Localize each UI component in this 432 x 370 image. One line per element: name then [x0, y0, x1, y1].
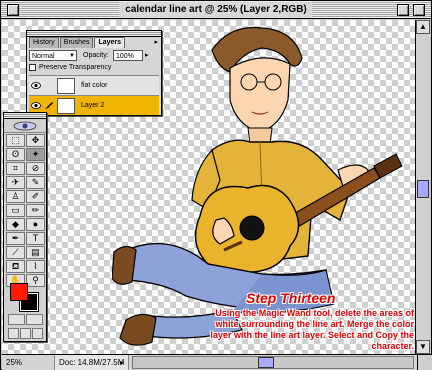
layer-row-layer-2[interactable]: Layer 2 — [29, 95, 159, 115]
blend-mode-value: Normal — [32, 53, 55, 60]
standard-screen-button[interactable] — [8, 328, 19, 339]
eye-logo-icon[interactable] — [4, 119, 46, 133]
step-instructions: Using the Magic Wand tool, delete the ar… — [210, 308, 414, 351]
screen-mode-buttons — [8, 328, 44, 340]
grow-box-icon[interactable] — [417, 355, 432, 370]
eyedropper-icon[interactable]: ⌇ — [26, 260, 45, 273]
dropdown-arrow-icon: ▼ — [69, 53, 75, 59]
scroll-up-arrow-icon[interactable]: ▲ — [416, 20, 430, 34]
window-title: calendar line art @ 25% (Layer 2,RGB) — [119, 2, 313, 18]
title-bar[interactable]: calendar line art @ 25% (Layer 2,RGB) — [1, 1, 431, 19]
gradient-icon[interactable]: ▤ — [26, 246, 45, 259]
blend-mode-select[interactable]: Normal ▼ — [29, 50, 77, 61]
preserve-transparency-checkbox[interactable] — [29, 63, 36, 71]
preserve-transparency-row: Preserve Transparency — [29, 63, 159, 73]
vertical-scrollbar[interactable]: ▲ ▼ — [415, 20, 430, 354]
marquee-icon[interactable]: ⬚ — [6, 134, 25, 147]
full-screen-button[interactable] — [32, 328, 43, 339]
lasso-icon[interactable]: ʘ — [6, 148, 25, 161]
dodge-icon[interactable]: ● — [26, 218, 45, 231]
preserve-transparency-label: Preserve Transparency — [39, 64, 112, 71]
type-icon[interactable]: T — [26, 232, 45, 245]
opacity-slider-arrow-icon[interactable]: ▸ — [145, 50, 149, 61]
quick-mask-button[interactable] — [26, 314, 43, 325]
document-size-info[interactable]: Doc: 14.8M/27.5M — [54, 355, 130, 370]
standard-mode-button[interactable] — [8, 314, 25, 325]
blur-icon[interactable]: ◆ — [6, 218, 25, 231]
blend-opacity-row: Normal ▼ Opacity: 100% ▸ — [29, 50, 159, 61]
zoom-level[interactable]: 25% — [6, 355, 32, 370]
layer-name: flat color — [81, 82, 108, 89]
paintbrush-icon[interactable]: ✎ — [26, 176, 45, 189]
rubber-stamp-icon[interactable]: ♙ — [6, 190, 25, 203]
eye-icon[interactable] — [31, 81, 41, 90]
toolbox: ⬚ ✥ ʘ ✦ ⌗ ⊘ ✈ ✎ ♙ ✐ ▭ ✏ ◆ ● ✒ T ⟋ ▤ ⛾ ⌇ ✋ ⚲ — [3, 112, 47, 342]
full-screen-menu-button[interactable] — [20, 328, 31, 339]
paintbrush-icon — [45, 102, 53, 109]
layer-row-flat-color[interactable]: flat color — [29, 75, 159, 95]
step-title: Step Thirteen — [246, 290, 336, 306]
measure-icon[interactable]: ⟋ — [6, 246, 25, 259]
scroll-down-arrow-icon[interactable]: ▼ — [416, 340, 430, 354]
paint-bucket-icon[interactable]: ⛾ — [6, 260, 25, 273]
color-swatches — [8, 281, 44, 312]
crop-icon[interactable]: ⌗ — [6, 162, 25, 175]
status-bar: 25% Doc: 14.8M/27.5M ▸ — [2, 354, 432, 370]
close-box-icon[interactable] — [7, 4, 19, 16]
foreground-color-swatch[interactable] — [10, 283, 28, 301]
tool-grid: ⬚ ✥ ʘ ✦ ⌗ ⊘ ✈ ✎ ♙ ✐ ▭ ✏ ◆ ● ✒ T ⟋ ▤ ⛾ ⌇ ✋ ⚲ — [6, 134, 46, 288]
pencil-icon[interactable]: ✏ — [26, 204, 45, 217]
layer-thumbnail — [57, 78, 75, 94]
pen-icon[interactable]: ✒ — [6, 232, 25, 245]
horizontal-scrollbar[interactable] — [132, 356, 414, 369]
magic-wand-icon[interactable]: ✦ — [26, 148, 45, 161]
mask-mode-buttons — [8, 314, 44, 326]
airbrush-icon[interactable]: ✈ — [6, 176, 25, 189]
zoom-box-icon[interactable] — [397, 4, 409, 16]
opacity-label: Opacity: — [83, 52, 109, 59]
eraser-icon[interactable]: ▭ — [6, 204, 25, 217]
status-menu-arrow-icon[interactable]: ▸ — [120, 355, 124, 370]
opacity-field[interactable]: 100% — [113, 50, 143, 61]
tab-layers[interactable]: Layers — [94, 37, 126, 48]
eye-icon[interactable] — [31, 101, 41, 110]
slice-icon[interactable]: ⊘ — [26, 162, 45, 175]
layers-palette: History Brushes Layers ▸ Normal ▼ Opacit… — [26, 30, 162, 116]
step-caption: Step Thirteen Using the Magic Wand tool,… — [202, 290, 414, 352]
layer-name: Layer 2 — [81, 102, 105, 109]
layer-thumbnail — [57, 98, 75, 114]
palette-tabs: History Brushes Layers — [29, 37, 126, 48]
tab-brushes[interactable]: Brushes — [59, 37, 94, 48]
palette-menu-arrow-icon[interactable]: ▸ — [154, 38, 158, 46]
vertical-scroll-thumb[interactable] — [417, 180, 429, 198]
tab-history[interactable]: History — [29, 37, 59, 48]
history-brush-icon[interactable]: ✐ — [26, 190, 45, 203]
horizontal-scroll-thumb[interactable] — [258, 357, 274, 368]
collapse-box-icon[interactable] — [413, 4, 425, 16]
move-icon[interactable]: ✥ — [26, 134, 45, 147]
